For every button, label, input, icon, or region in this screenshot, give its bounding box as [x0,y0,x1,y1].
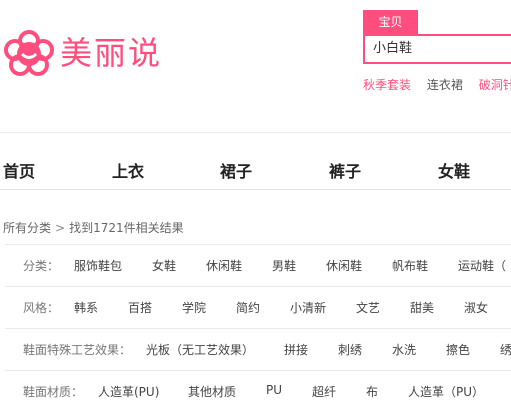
logo-text: 美丽说 [60,34,163,72]
filter-option[interactable]: 简约 [236,299,260,316]
filter-label: 鞋面特殊工艺效果： [23,343,132,357]
filter-option[interactable]: 刺绣 [338,341,362,358]
breadcrumb-separator: > [55,221,66,235]
search-input[interactable]: 小白鞋 [363,34,511,64]
filter-option[interactable]: 甜美 [410,299,434,316]
filter-row-category: 分类： 服饰鞋包 女鞋 休闲鞋 男鞋 休闲鞋 帆布鞋 运动鞋（ [5,245,511,287]
nav-item-home[interactable]: 首页 [3,158,35,182]
filter-option[interactable]: 光板（无工艺效果） [146,341,254,358]
hot-keyword[interactable]: 破洞针织 [479,78,511,92]
filter-option[interactable]: 运动鞋（ [458,257,506,274]
divider [0,132,511,133]
hot-keyword[interactable]: 连衣裙 [427,78,463,92]
filter-option[interactable]: 淑女 [464,299,488,316]
filter-option[interactable]: 休闲鞋 [326,257,362,274]
filter-option[interactable]: 女鞋 [152,257,176,274]
filter-option[interactable]: 小清新 [290,299,326,316]
divider [0,189,511,190]
flower-logo-icon [4,30,54,76]
filter-option[interactable]: 绣 [500,341,511,358]
search-tab[interactable]: 宝贝 [363,10,418,34]
filter-row-craft: 鞋面特殊工艺效果： 光板（无工艺效果） 拼接 刺绣 水洗 擦色 绣 [5,329,511,371]
result-count: 找到1721件相关结果 [69,221,184,235]
filter-option[interactable]: 水洗 [392,341,416,358]
filter-option[interactable]: 擦色 [446,341,470,358]
hot-keyword[interactable]: 秋季套装 [363,78,411,92]
filter-label: 风格： [23,301,60,315]
filter-panel: 分类： 服饰鞋包 女鞋 休闲鞋 男鞋 休闲鞋 帆布鞋 运动鞋（ 风格： 韩系 百… [5,244,511,412]
filter-option[interactable]: 布 [366,383,378,400]
filter-label: 鞋面材质： [23,385,84,399]
logo[interactable]: 美丽说 [4,30,162,76]
filter-option[interactable]: 拼接 [284,341,308,358]
nav-item-skirts[interactable]: 裙子 [220,158,252,182]
breadcrumb: 所有分类 > 找到1721件相关结果 [3,219,184,236]
nav-item-shoes[interactable]: 女鞋 [438,158,470,182]
breadcrumb-root[interactable]: 所有分类 [3,221,51,235]
filter-option[interactable]: 学院 [182,299,206,316]
filter-option[interactable]: 人造革(PU) [98,383,159,400]
nav-item-pants[interactable]: 裤子 [329,158,361,182]
hot-keywords: 秋季套装 连衣裙 破洞针织 [363,76,511,93]
filter-option[interactable]: 休闲鞋 [206,257,242,274]
filter-option[interactable]: 百搭 [128,299,152,316]
filter-option[interactable]: 帆布鞋 [392,257,428,274]
filter-option[interactable]: 文艺 [356,299,380,316]
main-nav: 首页 上衣 裙子 裤子 女鞋 [0,150,511,190]
filter-option[interactable]: 韩系 [74,299,98,316]
filter-row-style: 风格： 韩系 百搭 学院 简约 小清新 文艺 甜美 淑女 [5,287,511,329]
filter-label: 分类： [23,259,60,273]
filter-option[interactable]: PU [266,383,282,397]
filter-option[interactable]: 人造革（PU） [408,383,484,400]
filter-option[interactable]: 其他材质 [188,383,236,400]
filter-option[interactable]: 超纤 [312,383,336,400]
nav-item-tops[interactable]: 上衣 [112,158,144,182]
filter-option[interactable]: 服饰鞋包 [74,257,122,274]
filter-row-material: 鞋面材质： 人造革(PU) 其他材质 PU 超纤 布 人造革（PU） [5,371,511,412]
filter-option[interactable]: 男鞋 [272,257,296,274]
